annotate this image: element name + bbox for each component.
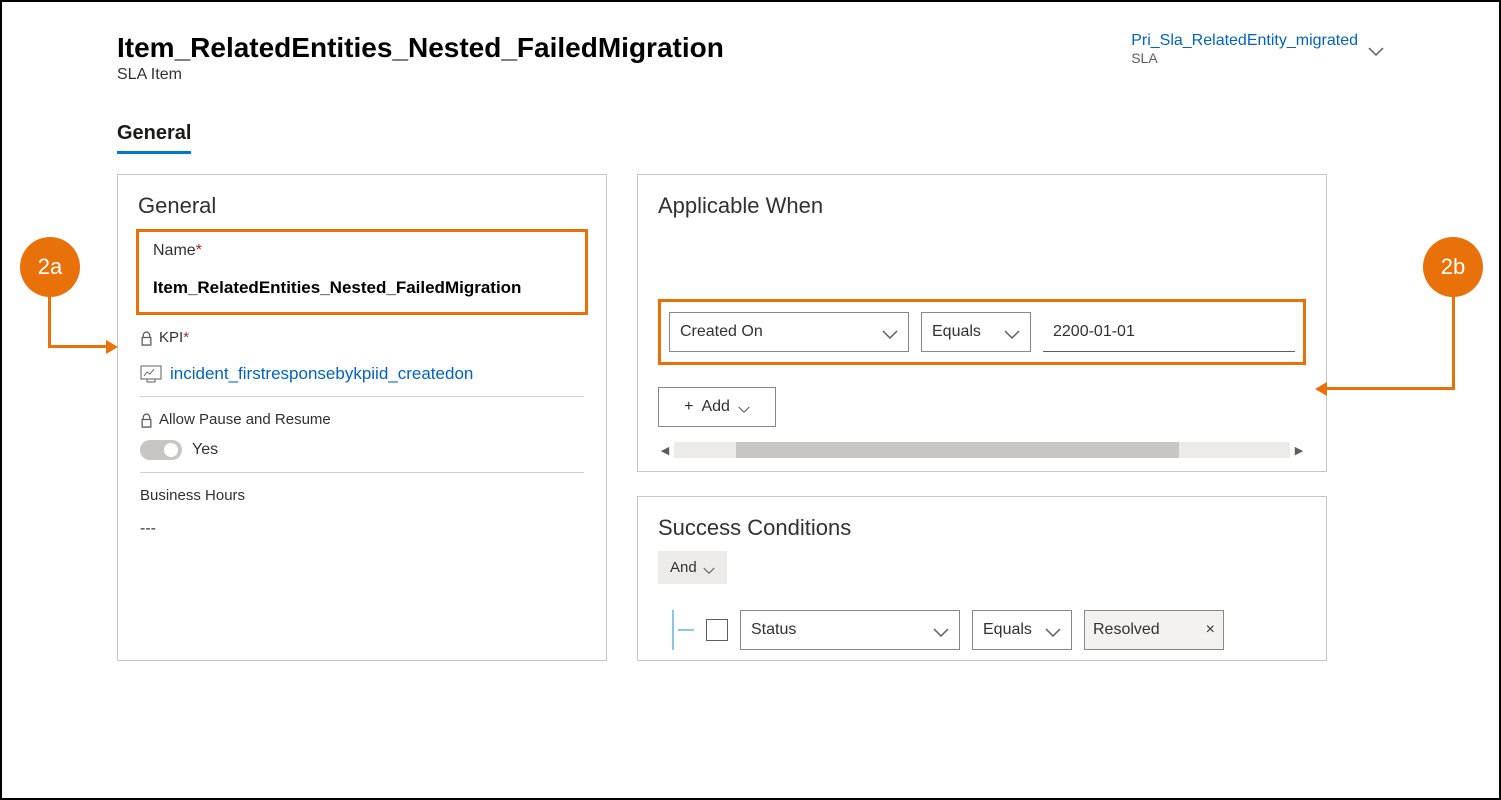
- condition-operator-select[interactable]: Equals: [921, 312, 1031, 352]
- allow-pause-label: Allow Pause and Resume: [159, 411, 331, 428]
- applicable-condition-highlight: Created On Equals 2200-01-01: [658, 299, 1306, 365]
- chevron-down-icon: [738, 402, 750, 412]
- tab-general[interactable]: General: [117, 122, 191, 154]
- success-value-chip[interactable]: Resolved ×: [1084, 610, 1224, 650]
- chevron-down-icon: [1004, 327, 1020, 337]
- success-field-select[interactable]: Status: [740, 610, 960, 650]
- condition-row-checkbox[interactable]: [706, 619, 728, 641]
- page-subtitle: SLA Item: [117, 66, 724, 84]
- general-panel: General Name* Item_RelatedEntities_Neste…: [117, 174, 607, 661]
- scroll-left-icon[interactable]: ◀: [658, 444, 672, 457]
- kpi-entity-icon: [140, 365, 162, 383]
- kpi-value-link[interactable]: incident_firstresponsebykpiid_createdon: [170, 364, 473, 384]
- callout-2a-badge: 2a: [20, 237, 80, 297]
- callout-2b-arrow: [1327, 387, 1455, 390]
- callout-2b-arrowhead: [1315, 382, 1327, 396]
- lock-icon: [140, 413, 153, 426]
- allow-pause-toggle[interactable]: [140, 440, 182, 460]
- name-label: Name*: [153, 242, 571, 260]
- chevron-down-icon: [882, 327, 898, 337]
- page-title: Item_RelatedEntities_Nested_FailedMigrat…: [117, 32, 724, 64]
- success-conditions-title: Success Conditions: [658, 515, 1306, 541]
- logic-and-chip[interactable]: And: [658, 551, 727, 584]
- callout-2a-arrowhead: [106, 340, 118, 354]
- lock-icon: [140, 331, 153, 344]
- horizontal-scrollbar[interactable]: ◀ ▶: [658, 441, 1306, 459]
- scroll-right-icon[interactable]: ▶: [1292, 444, 1306, 457]
- business-hours-label: Business Hours: [140, 487, 245, 504]
- applicable-when-panel: Applicable When Created On Equals: [637, 174, 1327, 472]
- close-icon[interactable]: ×: [1206, 621, 1215, 639]
- chevron-down-icon: [933, 625, 949, 635]
- allow-pause-value: Yes: [192, 441, 218, 459]
- related-record-selector[interactable]: Pri_Sla_RelatedEntity_migrated SLA: [1131, 32, 1384, 66]
- add-condition-button[interactable]: +Add: [658, 387, 776, 427]
- related-record-type: SLA: [1131, 50, 1358, 66]
- callout-2a-arrow: [48, 297, 51, 347]
- chevron-down-icon: [1368, 44, 1384, 54]
- name-value[interactable]: Item_RelatedEntities_Nested_FailedMigrat…: [153, 278, 571, 298]
- kpi-label: KPI*: [159, 329, 189, 346]
- condition-field-select[interactable]: Created On: [669, 312, 909, 352]
- applicable-when-title: Applicable When: [658, 193, 1306, 219]
- callout-2b-arrow: [1452, 297, 1455, 389]
- callout-2b-badge: 2b: [1423, 237, 1483, 297]
- chevron-down-icon: [703, 563, 715, 573]
- business-hours-value[interactable]: ---: [140, 520, 584, 538]
- success-operator-select[interactable]: Equals: [972, 610, 1072, 650]
- condition-value-input[interactable]: 2200-01-01: [1043, 312, 1295, 352]
- name-field-highlight: Name* Item_RelatedEntities_Nested_Failed…: [136, 229, 588, 315]
- general-panel-title: General: [138, 193, 606, 219]
- related-record-link[interactable]: Pri_Sla_RelatedEntity_migrated: [1131, 32, 1358, 50]
- callout-2a-arrow: [48, 345, 106, 348]
- chevron-down-icon: [1045, 625, 1061, 635]
- success-conditions-panel: Success Conditions And Status: [637, 496, 1327, 661]
